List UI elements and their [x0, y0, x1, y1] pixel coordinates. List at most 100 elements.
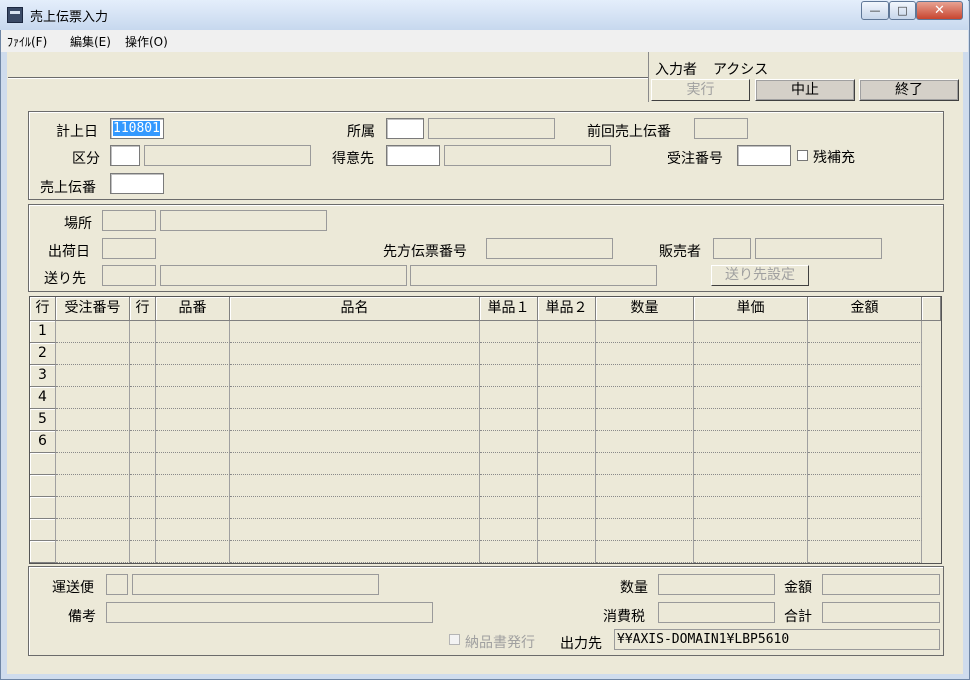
grid-cell[interactable] [808, 365, 922, 387]
grid-cell[interactable] [596, 365, 694, 387]
menu-edit[interactable]: 編集(E) [70, 33, 111, 50]
grid-cell[interactable] [480, 497, 538, 519]
grid-cell[interactable] [130, 519, 156, 541]
grid-cell[interactable] [230, 387, 480, 409]
grid-cell[interactable] [596, 387, 694, 409]
grid-cell[interactable] [596, 343, 694, 365]
grid-cell[interactable] [538, 343, 596, 365]
grid-cell[interactable] [808, 541, 922, 563]
grid-row-number[interactable]: 5 [30, 409, 56, 431]
grid-cell[interactable] [230, 519, 480, 541]
grid-cell[interactable] [596, 453, 694, 475]
grid-cell[interactable] [596, 541, 694, 563]
grid-cell[interactable] [56, 409, 130, 431]
grid-cell[interactable] [130, 475, 156, 497]
grid-cell[interactable] [538, 541, 596, 563]
grid-cell[interactable] [56, 431, 130, 453]
grid-cell[interactable] [596, 475, 694, 497]
grid-cell[interactable] [808, 431, 922, 453]
grid-cell[interactable] [538, 431, 596, 453]
grid-row-number[interactable] [30, 519, 56, 541]
menu-operation[interactable]: 操作(O) [125, 33, 168, 50]
grid-cell[interactable] [56, 519, 130, 541]
grid-row-number[interactable]: 4 [30, 387, 56, 409]
grid-cell[interactable] [130, 453, 156, 475]
grid-row-number[interactable]: 2 [30, 343, 56, 365]
grid-cell[interactable] [694, 321, 808, 343]
grid-cell[interactable] [56, 541, 130, 563]
grid-cell[interactable] [596, 321, 694, 343]
grid-cell[interactable] [538, 321, 596, 343]
grid-row-number[interactable] [30, 497, 56, 519]
grid-cell[interactable] [130, 365, 156, 387]
grid-cell[interactable] [480, 453, 538, 475]
grid-cell[interactable] [808, 519, 922, 541]
grid-cell[interactable] [480, 387, 538, 409]
grid-cell[interactable] [538, 497, 596, 519]
grid-cell[interactable] [694, 343, 808, 365]
grid-cell[interactable] [56, 497, 130, 519]
grid-cell[interactable] [694, 475, 808, 497]
grid-cell[interactable] [538, 387, 596, 409]
grid-cell[interactable] [538, 519, 596, 541]
grid-cell[interactable] [694, 453, 808, 475]
grid-cell[interactable] [694, 365, 808, 387]
grid-cell[interactable] [156, 321, 230, 343]
line-items-grid[interactable]: 行受注番号行品番 品名 単品１ 単品２ 数量 単価 金額 1 2 3 4 5 6 [29, 296, 942, 564]
grid-cell[interactable] [130, 321, 156, 343]
delivery-note-checkbox[interactable] [449, 634, 460, 645]
grid-cell[interactable] [480, 475, 538, 497]
grid-cell[interactable] [538, 365, 596, 387]
ship-to-settings-button[interactable]: 送り先設定 [711, 265, 809, 286]
grid-cell[interactable] [694, 409, 808, 431]
grid-cell[interactable] [56, 365, 130, 387]
grid-cell[interactable] [156, 497, 230, 519]
grid-cell[interactable] [480, 431, 538, 453]
grid-cell[interactable] [480, 343, 538, 365]
grid-cell[interactable] [130, 541, 156, 563]
grid-cell[interactable] [156, 431, 230, 453]
grid-cell[interactable] [808, 409, 922, 431]
grid-cell[interactable] [538, 453, 596, 475]
grid-cell[interactable] [230, 365, 480, 387]
grid-cell[interactable] [538, 409, 596, 431]
grid-cell[interactable] [156, 519, 230, 541]
grid-cell[interactable] [808, 321, 922, 343]
grid-row-number[interactable] [30, 475, 56, 497]
grid-cell[interactable] [596, 409, 694, 431]
grid-cell[interactable] [230, 431, 480, 453]
grid-cell[interactable] [230, 497, 480, 519]
grid-cell[interactable] [480, 541, 538, 563]
grid-cell[interactable] [130, 409, 156, 431]
grid-cell[interactable] [56, 475, 130, 497]
grid-cell[interactable] [56, 453, 130, 475]
posting-date-field[interactable]: 110801 [110, 118, 164, 139]
execute-button[interactable]: 実行 [651, 79, 750, 101]
grid-cell[interactable] [694, 541, 808, 563]
maximize-button[interactable]: □ [889, 1, 916, 20]
grid-cell[interactable] [156, 541, 230, 563]
grid-cell[interactable] [480, 321, 538, 343]
grid-cell[interactable] [130, 431, 156, 453]
grid-cell[interactable] [480, 409, 538, 431]
grid-cell[interactable] [694, 497, 808, 519]
grid-row-number[interactable]: 1 [30, 321, 56, 343]
grid-cell[interactable] [130, 497, 156, 519]
grid-cell[interactable] [56, 321, 130, 343]
grid-cell[interactable] [230, 321, 480, 343]
exit-button[interactable]: 終了 [859, 79, 959, 101]
grid-cell[interactable] [808, 387, 922, 409]
grid-cell[interactable] [808, 343, 922, 365]
grid-row-number[interactable]: 6 [30, 431, 56, 453]
category-code-field[interactable] [110, 145, 140, 166]
grid-cell[interactable] [694, 387, 808, 409]
grid-cell[interactable] [156, 475, 230, 497]
grid-cell[interactable] [596, 497, 694, 519]
grid-cell[interactable] [694, 431, 808, 453]
grid-row-number[interactable] [30, 453, 56, 475]
grid-cell[interactable] [56, 387, 130, 409]
title-bar[interactable]: 売上伝票入力 — □ ✕ [0, 0, 968, 30]
cancel-button[interactable]: 中止 [755, 79, 855, 101]
sales-slip-field[interactable] [110, 173, 164, 194]
grid-cell[interactable] [156, 343, 230, 365]
